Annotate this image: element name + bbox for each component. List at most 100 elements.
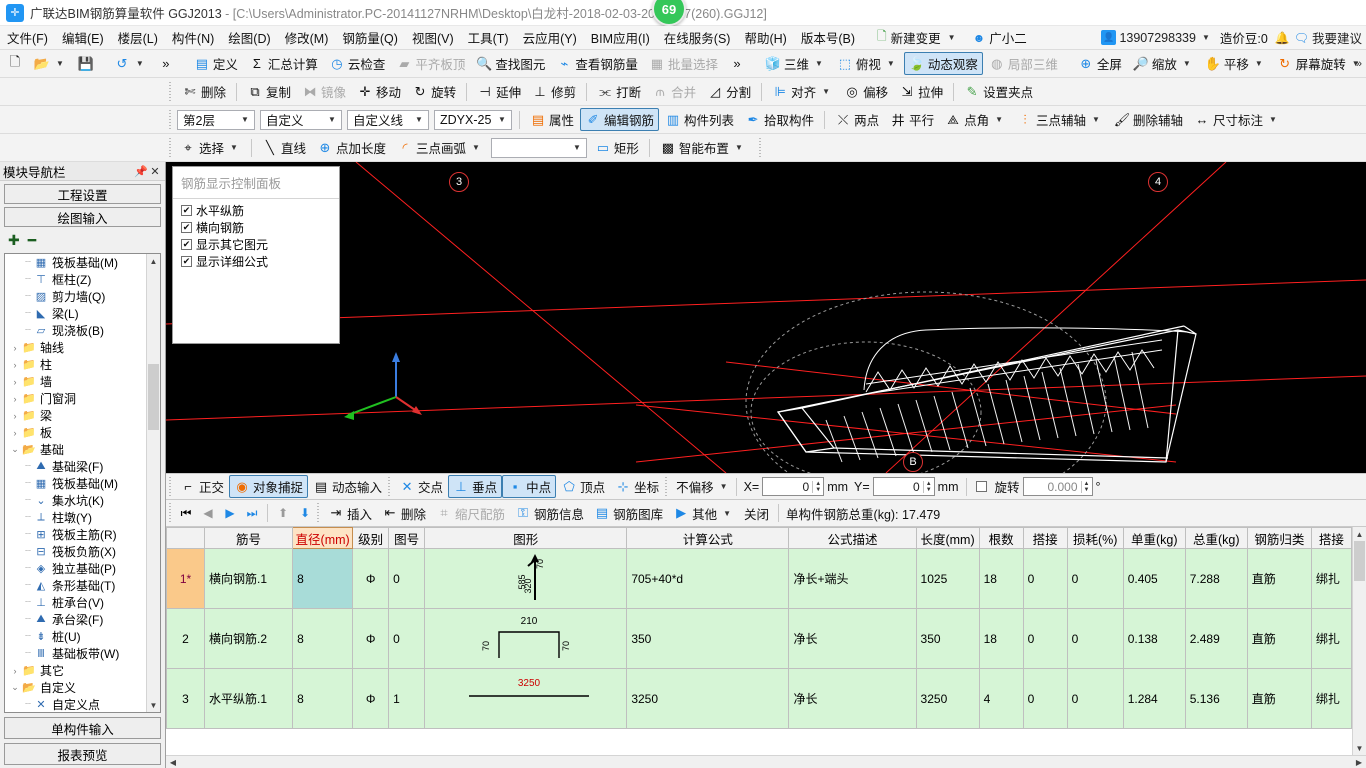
column-header-class[interactable]: 钢筋归类 [1246,527,1312,549]
tree-node[interactable]: › 📁 墙 [5,373,146,390]
last-record-icon[interactable]: ⏭ [241,503,263,524]
scroll-up-icon[interactable]: ▲ [147,254,160,268]
move-button[interactable]: ✛ 移动 [352,80,406,103]
save-button[interactable]: 💾 [73,52,99,75]
cell-count[interactable]: 18 [978,548,1024,609]
component-name-combo[interactable]: ZDYX-25 ▼ [434,109,512,130]
offset-button[interactable]: ◎ 偏移 [839,80,893,103]
cell-grade[interactable]: Φ [352,668,390,729]
line-tool-button[interactable]: ╲ 直线 [257,136,311,159]
cell-lapform[interactable]: 绑扎 [1310,668,1352,729]
snapbar-grip[interactable] [168,476,173,497]
chevron-right-icon[interactable]: › [9,360,21,370]
cell-dia[interactable]: 8 [292,668,354,729]
tree-node[interactable]: ┄ ▦ 筏板基础(M) [5,254,146,271]
menu-item-edit[interactable]: 编辑(E) [55,26,111,49]
three-point-arc-button[interactable]: ◜ 三点画弧 ▼ [392,136,488,159]
toolbar-grip[interactable] [168,109,173,130]
rebar-library-button[interactable]: ▤ 钢筋图库 [589,502,668,525]
align-button[interactable]: ⊫ 对齐 ▼ [767,80,838,103]
cell-desc[interactable]: 净长 [788,608,917,669]
zoom-button[interactable]: 🔎 缩放 ▼ [1128,52,1199,75]
define-button[interactable]: ▤ 定义 [189,52,243,75]
y-input[interactable]: 0 ▲ ▼ [872,477,935,496]
select-tool-button[interactable]: ⌖ 选择 ▼ [175,136,246,159]
tree-node[interactable]: ┄ ⟂ 柱墩(Y) [5,509,146,526]
toolbar-grip[interactable] [168,137,173,158]
view-top-button[interactable]: ⬚ 俯视 ▼ [832,52,903,75]
column-header-lap[interactable]: 搭接 [1022,527,1068,549]
chevron-down-icon[interactable]: ⌄ [9,682,21,693]
account-phone[interactable]: 👤 13907298339 ▼ [1101,30,1212,45]
view-rebar-amount-button[interactable]: ⌁ 查看钢筋量 [551,52,643,75]
cell-lap[interactable]: 0 [1022,608,1068,669]
checkbox-horizontal-longitudinal[interactable]: ✔ 水平纵筋 [173,203,339,218]
copy-button[interactable]: ⧉ 复制 [242,80,296,103]
object-snap-toggle[interactable]: ◉ 对象捕捉 [229,475,309,498]
rectangle-tool-button[interactable]: ▭ 矩形 [590,136,644,159]
x-input[interactable]: 0 ▲ ▼ [762,477,825,496]
feedback-button[interactable]: 🗨 我要建议 [1294,28,1362,47]
new-change-button[interactable]: 🗋 新建变更 ▼ [870,25,966,50]
cell-figno[interactable]: 0 [388,608,426,669]
column-header-count[interactable]: 根数 [978,527,1024,549]
dimension-button[interactable]: ↔ 尺寸标注 ▼ [1189,108,1285,131]
cell-lapform[interactable]: 绑扎 [1310,608,1352,669]
cell-formula[interactable]: 705+40*d [626,548,790,609]
column-header-dia[interactable]: 直径(mm) [292,527,354,549]
cell-idx[interactable]: 2 [166,608,206,669]
spin-down-icon[interactable]: ▼ [924,487,934,493]
first-record-icon[interactable]: ⏮ [175,503,197,524]
rebar-table[interactable]: 筋号 直径(mm) 级别 图号 图形 计算公式 公式描述 长度(mm) 根数 搭接 损耗(%) 单重(… [166,527,1352,755]
component-type-combo[interactable]: 自定义 ▼ [260,109,342,130]
tree-node[interactable]: › 📁 板 [5,424,146,441]
checkbox-show-other-elements[interactable]: ✔ 显示其它图元 [173,237,339,252]
menu-item-online-service[interactable]: 在线服务(S) [657,26,738,49]
column-header-unitw[interactable]: 单重(kg) [1122,527,1186,549]
component-list-button[interactable]: ▥ 构件列表 [660,108,739,131]
axis-bubble-4[interactable]: 4 [1148,172,1168,192]
floor-combo[interactable]: 第2层 ▼ [177,109,255,130]
mirror-button[interactable]: ⧓ 镜像 [297,80,351,103]
cell-length[interactable]: 350 [915,608,980,669]
project-settings-button[interactable]: 工程设置 [4,184,161,204]
drawing-input-button[interactable]: 绘图输入 [4,207,161,227]
menu-item-tools[interactable]: 工具(T) [461,26,516,49]
snap-perpendicular-toggle[interactable]: ⊥ 垂点 [448,475,503,498]
delete-button[interactable]: ✄ 删除 [177,80,231,103]
snap-coordinate-toggle[interactable]: ⊹ 坐标 [610,475,664,498]
cell-dia[interactable]: 8 [292,608,354,669]
component-tree[interactable]: ┄ ▦ 筏板基础(M) ┄ ⊤ 框柱(Z) ┄ ▨ 剪力墙(Q) ┄ ◣ 梁(L) ┄ ▱ 现浇板(B) › 📁… [4,253,161,713]
dynamic-input-toggle[interactable]: ▤ 动态输入 [308,475,387,498]
scroll-right-icon[interactable]: ▶ [1352,758,1366,767]
table-vertical-scrollbar[interactable]: ▲ ▼ [1352,527,1366,755]
tree-node[interactable]: ┄ ▱ 现浇板(B) [5,322,146,339]
screen-rotate-button[interactable]: ↻ 屏幕旋转 ▼ [1272,52,1366,75]
rotate-button[interactable]: ↻ 旋转 [407,80,461,103]
cell-figno[interactable]: 0 [388,548,426,609]
stretch-button[interactable]: ⇲ 拉伸 [894,80,948,103]
table-row[interactable]: 1* 横向钢筋.1 8 Φ 0 585 320 70 705+40*d 净长+端头 1025 18 0 0… [166,548,1352,609]
tree-node[interactable]: ┄ ⊟ 筏板负筋(X) [5,543,146,560]
cell-totalw[interactable]: 7.288 [1184,548,1248,609]
cell-lap[interactable]: 0 [1022,548,1068,609]
cell-name[interactable]: 水平纵筋.1 [204,668,294,729]
dynamic-orbit-button[interactable]: 🍃 动态观察 [903,52,983,75]
set-grip-button[interactable]: ✎ 设置夹点 [959,80,1038,103]
view-3d-button[interactable]: 🧊 三维 ▼ [760,52,831,75]
tree-node[interactable]: ┄ ◈ 独立基础(P) [5,560,146,577]
cell-figno[interactable]: 1 [388,668,426,729]
notification-bell-icon[interactable]: 🔔 [1275,31,1290,45]
tree-node[interactable]: ┄ ⊞ 筏板主筋(R) [5,526,146,543]
new-file-button[interactable]: 🗋 [2,52,28,75]
rotate-spinner[interactable]: ▲ ▼ [1080,480,1092,493]
tree-node[interactable]: ┄ ✕ 自定义点 [5,696,146,712]
next-record-icon[interactable]: ▶ [219,503,241,524]
tree-node[interactable]: ┄ ◭ 条形基础(T) [5,577,146,594]
arc-options-combo[interactable]: ▼ [490,137,587,158]
single-component-input-button[interactable]: 单构件输入 [4,717,161,739]
update-badge[interactable]: 69 [652,0,686,26]
cell-length[interactable]: 1025 [915,548,980,609]
tree-node[interactable]: ┄ ⛰ 基础梁(F) [5,458,146,475]
spin-down-icon[interactable]: ▼ [1082,487,1092,493]
